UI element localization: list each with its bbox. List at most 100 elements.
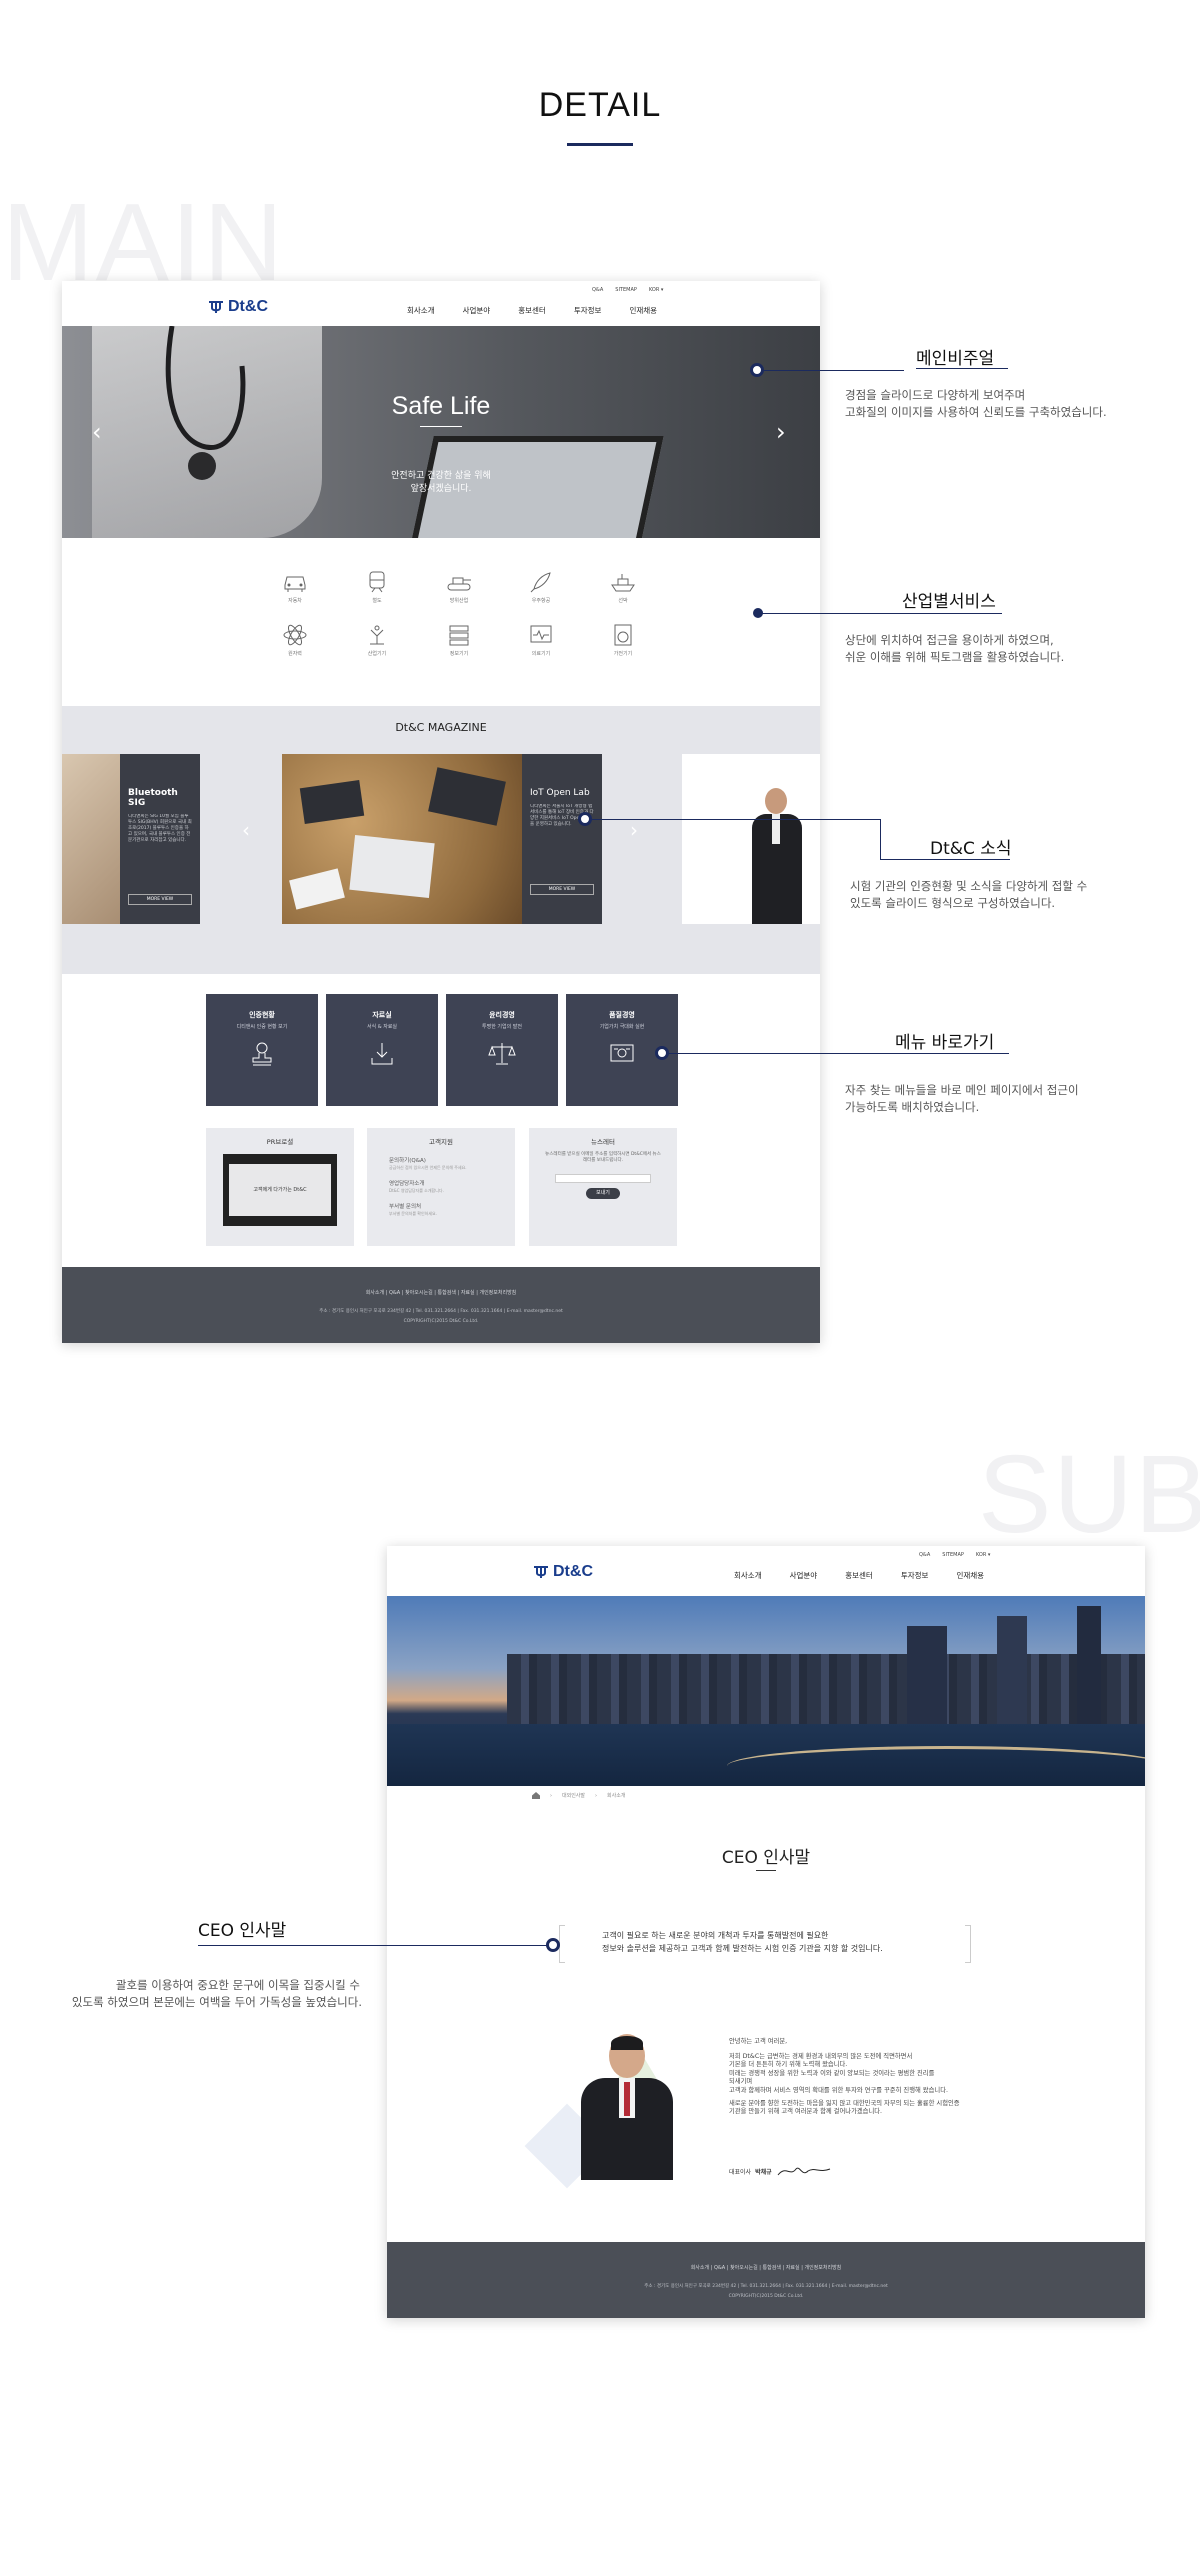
util-lang[interactable]: KOR ▾ [649, 287, 664, 293]
scale-icon [488, 1043, 516, 1065]
magazine-section: Dt&C MAGAZINE Bluetooth SIG 디티앤씨는 SIG 10… [62, 706, 820, 974]
util-links: Q&A SITEMAP KOR ▾ [592, 287, 663, 293]
breadcrumb-item-1[interactable]: 대외인사말 [562, 1792, 585, 1799]
bg-word-sub: SUB [978, 1433, 1200, 1556]
magazine-card-mid[interactable]: IoT Open Lab 디티앤씨는 서울시 IoT 개방형 랩 서비스를 통해… [522, 754, 602, 924]
sub-footer-address: 주소 : 경기도 용인시 처인구 포곡로 234번길 42 | Tel. 031… [644, 2284, 888, 2289]
home-icon[interactable] [532, 1792, 540, 1799]
pr-title: PR브로셜 [266, 1138, 294, 1146]
sub-page-mockup: Q&A SITEMAP KOR ▾ Dt&C 회사소개 사업분야 홍보센터 투자… [387, 1546, 1145, 2318]
sub-nav-pr[interactable]: 홍보센터 [845, 1570, 873, 1581]
sign-name: 박채규 [755, 2168, 772, 2176]
sub-nav-careers[interactable]: 인재채용 [956, 1570, 984, 1581]
sub-banner-city [387, 1596, 1145, 1786]
quick-menu: 인증현황 디티앤씨 인증 현황 보기 자료실 서식 & 자료실 윤리경영 투명한 기업… [206, 994, 678, 1106]
pr-video[interactable]: 고객에게 다가가는 Dt&C [223, 1154, 337, 1226]
ship-icon [611, 574, 635, 592]
cs-title: 고객지원 [429, 1138, 453, 1146]
callout-quick-desc-1: 자주 찾는 메뉴들을 바로 메인 페이지에서 접근이 [845, 1083, 1079, 1097]
quick-certification[interactable]: 인증현황 디티앤씨 인증 현황 보기 [206, 994, 318, 1106]
sub-util-lang[interactable]: KOR ▾ [976, 1552, 991, 1558]
quick-archive[interactable]: 자료실 서식 & 자료실 [326, 994, 438, 1106]
sub-nav-ir[interactable]: 투자정보 [901, 1570, 929, 1581]
main-nav: 회사소개 사업분야 홍보센터 투자정보 인재채용 [407, 305, 657, 316]
nav-company[interactable]: 회사소개 [407, 305, 435, 316]
quote-line-1: 고객이 필요로 하는 새로운 분야의 개척과 투자를 통해발전에 필요한 [602, 1931, 829, 1940]
tank-icon [447, 577, 471, 591]
sub-nav-company[interactable]: 회사소개 [734, 1570, 762, 1581]
callout-industry-desc-1: 상단에 위치하여 접근을 용이하게 하였으며, [845, 633, 1054, 647]
monitor-icon [530, 625, 552, 643]
util-qna[interactable]: Q&A [592, 287, 603, 293]
logo-mark-icon [209, 301, 223, 313]
pr-brochure-box: PR브로셜 고객에게 다가가는 Dt&C [206, 1128, 354, 1246]
sub-util-qna[interactable]: Q&A [919, 1552, 930, 1558]
industry-nuclear[interactable]: 원자력 [260, 624, 330, 657]
footer-address: 주소 : 경기도 용인시 처인구 포곡로 234번길 42 | Tel. 031… [319, 1309, 563, 1314]
magazine-prev-arrow[interactable]: ‹ [242, 818, 250, 842]
main-page-mockup: Q&A SITEMAP KOR ▾ Dt&C 회사소개 사업분야 홍보센터 투자… [62, 281, 820, 1343]
magazine-heading: Dt&C MAGAZINE [395, 721, 487, 734]
callout-hero-title: 메인비주얼 [916, 349, 995, 369]
industry-aerospace[interactable]: 우주항공 [506, 571, 576, 604]
page-title: DETAIL [538, 86, 662, 124]
util-sitemap[interactable]: SITEMAP [615, 287, 637, 293]
nav-pr[interactable]: 홍보센터 [518, 305, 546, 316]
callout-dot-quick [655, 1046, 669, 1060]
quick-ethics[interactable]: 윤리경영 투명한 기업의 발전 [446, 994, 558, 1106]
nl-email-input[interactable] [555, 1174, 651, 1183]
hero-title-underline [420, 426, 462, 427]
person-photo [748, 788, 806, 924]
magazine-card-left[interactable]: Bluetooth SIG 디티앤씨는 SIG 10월 모임 블루투스 SIG(… [120, 754, 200, 924]
nav-careers[interactable]: 인재채용 [629, 305, 657, 316]
industry-ship[interactable]: 선박 [588, 571, 658, 604]
breadcrumb-item-2[interactable]: 회사소개 [607, 1792, 625, 1799]
logo[interactable]: Dt&C [208, 298, 268, 316]
industry-train[interactable]: 철도 [342, 571, 412, 604]
train-icon [369, 571, 385, 593]
sub-nav-business[interactable]: 사업분야 [790, 1570, 818, 1581]
quote-line-2: 정보와 솔루션을 제공하고 고객과 함께 발전하는 시험 인증 기관을 지향 할… [602, 1944, 883, 1953]
signature-icon [777, 2167, 830, 2176]
card-mid-title: IoT Open Lab [530, 788, 590, 798]
certificate-icon [610, 1044, 634, 1062]
quote-bracket-right [965, 1925, 971, 1963]
cs-item-qna[interactable]: 문의하기(Q&A) 궁금하신 점이 있으시면 언제든 문의해 주세요. [389, 1156, 493, 1171]
nl-text: 뉴스레터를 받으실 이메일 주소를 입력하시면 Dt&C에서 뉴스레터를 보내드… [545, 1152, 661, 1163]
cs-item-sales[interactable]: 영업담당자소개 Dt&C 영업담당자를 소개합니다. [389, 1179, 493, 1194]
footer-links[interactable]: 회사소개 | Q&A | 찾아오시는길 | 통합검색 | 자료실 | 개인정보처… [62, 1289, 820, 1296]
car-icon [284, 576, 306, 592]
callout-hero-desc-2: 고화질의 이미지를 사용하여 신뢰도를 구축하였습니다. [845, 405, 1107, 419]
industry-machinery[interactable]: 산업기기 [342, 624, 412, 657]
magazine-next-arrow[interactable]: › [630, 818, 638, 842]
nl-title: 뉴스레터 [591, 1138, 615, 1146]
nav-ir[interactable]: 투자정보 [574, 305, 602, 316]
nav-business[interactable]: 사업분야 [463, 305, 491, 316]
card-left-button[interactable]: MORE VIEW [128, 894, 192, 905]
callout-dot-ceo [546, 1938, 560, 1952]
industry-car[interactable]: 자동차 [260, 571, 330, 604]
hero-prev-arrow[interactable]: ‹ [92, 418, 102, 446]
sub-footer-links[interactable]: 회사소개 | Q&A | 찾아오시는길 | 통합검색 | 자료실 | 개인정보처… [387, 2264, 1145, 2271]
washer-icon [614, 624, 632, 646]
magazine-card-right-image [682, 754, 820, 924]
sub-util-sitemap[interactable]: SITEMAP [942, 1552, 964, 1558]
ceo-greeting: 안녕하는 고객 여러분, 저희 Dt&C는 급변하는 경제 환경과 내외부의 많… [729, 2038, 960, 2116]
nl-submit-button[interactable]: 보내기 [586, 1188, 620, 1199]
industry-appliance[interactable]: 가전기기 [588, 624, 658, 657]
industry-medical[interactable]: 의료기기 [506, 624, 576, 657]
callout-ceo-desc-2: 있도록 하였으며 본문에는 여백을 두어 가독성을 높였습니다. [71, 1995, 362, 2009]
stamp-icon [252, 1042, 272, 1066]
industry-defense[interactable]: 방위산업 [424, 571, 494, 604]
customer-support-box: 고객지원 문의하기(Q&A) 궁금하신 점이 있으시면 언제든 문의해 주세요. … [367, 1128, 515, 1246]
pr-video-text: 고객에게 다가가는 Dt&C [253, 1187, 307, 1193]
industry-it[interactable]: 정보기기 [424, 624, 494, 657]
card-mid-button[interactable]: MORE VIEW [530, 884, 594, 895]
cs-item-dept[interactable]: 부서별 문의처 부서별 문의처를 확인하세요. [389, 1202, 493, 1217]
sub-logo[interactable]: Dt&C [533, 1563, 593, 1581]
sign-label: 대표이사 [729, 2168, 752, 2176]
callout-line-hero [764, 370, 904, 371]
hero-next-arrow[interactable]: › [776, 418, 786, 446]
callout-industry-title: 산업별서비스 [902, 592, 996, 612]
callout-ceo-title: CEO 인사말 [198, 1921, 287, 1941]
